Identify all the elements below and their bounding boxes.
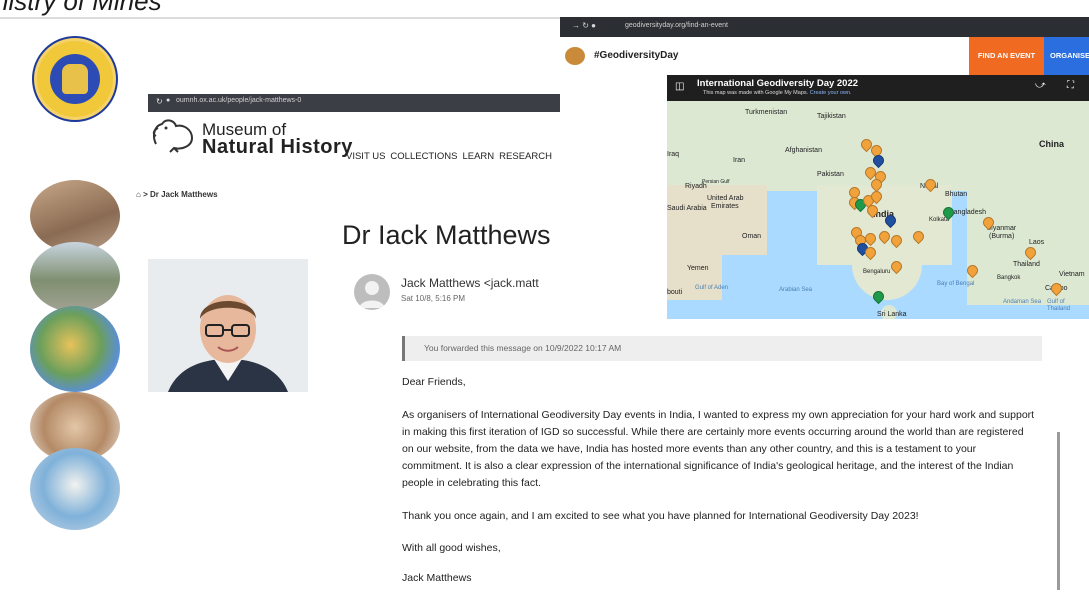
- email-closing: With all good wishes,: [402, 542, 501, 554]
- map-menu-icon[interactable]: ◫: [675, 81, 684, 92]
- geodiversity-logo-icon: [565, 47, 585, 65]
- breadcrumb-current: > Dr Jack Matthews: [143, 190, 218, 199]
- label-laos: Laos: [1029, 239, 1045, 246]
- main-nav: VISIT US COLLECTIONS LEARN RESEARCH: [346, 151, 557, 162]
- geology-photo-collage: [30, 180, 122, 530]
- label-bengaluru: Bengaluru: [863, 269, 891, 275]
- email-greeting: Dear Friends,: [402, 376, 466, 388]
- organise-button[interactable]: ORGANISE: [1044, 37, 1089, 75]
- collage-globe-image: [30, 448, 120, 530]
- mail-sender: Jack Matthews <jack.matt: [401, 276, 539, 290]
- label-thailand: Thailand: [1013, 261, 1040, 268]
- gsi-emblem-logo: [32, 36, 118, 122]
- site-name[interactable]: #GeodiversityDay: [594, 50, 679, 61]
- dodo-logo-icon: [152, 119, 194, 153]
- label-persian-gulf: Persian Gulf: [702, 179, 730, 185]
- label-gulf-of-thailand-2: Thailand: [1047, 306, 1071, 312]
- event-map[interactable]: ◫ International Geodiversity Day 2022 Th…: [667, 75, 1089, 319]
- fullscreen-icon[interactable]: ⛶: [1067, 80, 1074, 91]
- label-afghanistan: Afghanistan: [785, 147, 822, 154]
- geodiversity-webpage-screenshot: → ↻ ● geodiversityday.org/find-an-event …: [560, 17, 1089, 319]
- label-uae-2: Emirates: [711, 203, 739, 210]
- label-uae-1: United Arab: [707, 195, 744, 202]
- lock-icon: ●: [166, 97, 171, 104]
- home-icon[interactable]: ⌂: [136, 190, 141, 199]
- mail-date: Sat 10/8, 5:16 PM: [401, 294, 466, 303]
- site-header: #GeodiversityDay FIND AN EVENT ORGANISE: [560, 37, 1089, 75]
- lion-capital-icon: [62, 64, 88, 94]
- label-myanmar-2: (Burma): [989, 233, 1015, 240]
- email-signature: Jack Matthews: [402, 572, 472, 584]
- browser-nav-icons[interactable]: → ↻ ●: [572, 21, 596, 30]
- email-message: You forwarded this message on 10/9/2022 …: [397, 332, 1060, 594]
- brand-line-2: Natural History: [202, 136, 353, 158]
- nav-research[interactable]: RESEARCH: [499, 151, 552, 162]
- scrollbar[interactable]: [1057, 432, 1060, 590]
- nav-collections[interactable]: COLLECTIONS: [390, 151, 457, 162]
- label-china: China: [1039, 139, 1065, 149]
- label-bangladesh: Bangladesh: [949, 209, 986, 216]
- map-land-india-north: [817, 185, 952, 265]
- label-yemen: Yemen: [687, 265, 709, 272]
- person-icon: [359, 281, 385, 308]
- browser-address-bar: ↻ ● oumnh.ox.ac.uk/people/jack-matthews-…: [148, 94, 563, 112]
- browser-address-bar: → ↻ ● geodiversityday.org/find-an-event: [560, 17, 1089, 37]
- map-land-southeast-asia: [967, 185, 1089, 305]
- share-icon[interactable]: ⤻: [1035, 80, 1046, 91]
- address-url[interactable]: oumnh.ox.ac.uk/people/jack-matthews-0: [176, 97, 301, 104]
- map-subtitle: This map was made with Google My Maps. C…: [703, 90, 852, 96]
- label-andaman-sea: Andaman Sea: [1003, 299, 1042, 305]
- label-gulf-of-aden: Gulf of Aden: [695, 285, 729, 291]
- label-bouti: bouti: [667, 289, 683, 296]
- label-turkmenistan: Turkmenistan: [745, 109, 788, 116]
- breadcrumb: ⌂ > Dr Jack Matthews: [136, 190, 218, 199]
- label-tajikistan: Tajikistan: [817, 113, 846, 120]
- label-saudi-arabia: Saudi Arabia: [667, 205, 707, 212]
- forwarded-text: You forwarded this message on 10/9/2022 …: [424, 343, 622, 353]
- reload-icon[interactable]: ↻: [156, 97, 163, 106]
- map-title: International Geodiversity Day 2022: [697, 78, 859, 89]
- email-body-paragraph: As organisers of International Geodivers…: [402, 409, 1035, 489]
- address-url[interactable]: geodiversityday.org/find-an-event: [625, 22, 728, 29]
- label-arabian-sea: Arabian Sea: [779, 287, 813, 293]
- map-land-india-south: [852, 260, 922, 300]
- collage-dam-image: [30, 242, 120, 312]
- profile-portrait-image: [148, 259, 308, 392]
- emblem-center: [50, 54, 100, 104]
- map-toolbar: ◫ International Geodiversity Day 2022 Th…: [667, 75, 1089, 101]
- page-title: Dr Iack Matthews: [342, 220, 551, 250]
- label-oman: Oman: [742, 233, 762, 240]
- find-an-event-button[interactable]: FIND AN EVENT: [969, 37, 1044, 75]
- label-iran: Iran: [733, 157, 746, 164]
- label-bhutan: Bhutan: [945, 191, 968, 198]
- nav-visit-us[interactable]: VISIT US: [346, 151, 385, 162]
- forwarded-notice: You forwarded this message on 10/9/2022 …: [402, 336, 1042, 361]
- nav-learn[interactable]: LEARN: [462, 151, 494, 162]
- email-thanks: Thank you once again, and I am excited t…: [402, 510, 919, 522]
- label-sri-lanka: Sri Lanka: [877, 311, 907, 318]
- profile-photo: [148, 259, 308, 392]
- slide-title: nistry of Mines: [0, 0, 162, 16]
- map-subtitle-text: This map was made with Google My Maps.: [703, 90, 809, 96]
- label-vietnam: Vietnam: [1059, 271, 1085, 278]
- label-gulf-of-thailand-1: Gulf of: [1047, 299, 1065, 305]
- label-bangkok: Bangkok: [997, 275, 1021, 281]
- label-iraq: Iraq: [667, 151, 680, 158]
- label-bay-of-bengal: Bay of Bengal: [937, 281, 975, 287]
- collage-india-map-image: [30, 306, 120, 392]
- create-map-link[interactable]: Create your own.: [810, 90, 852, 96]
- sender-avatar: [354, 274, 390, 310]
- label-pakistan: Pakistan: [817, 171, 844, 178]
